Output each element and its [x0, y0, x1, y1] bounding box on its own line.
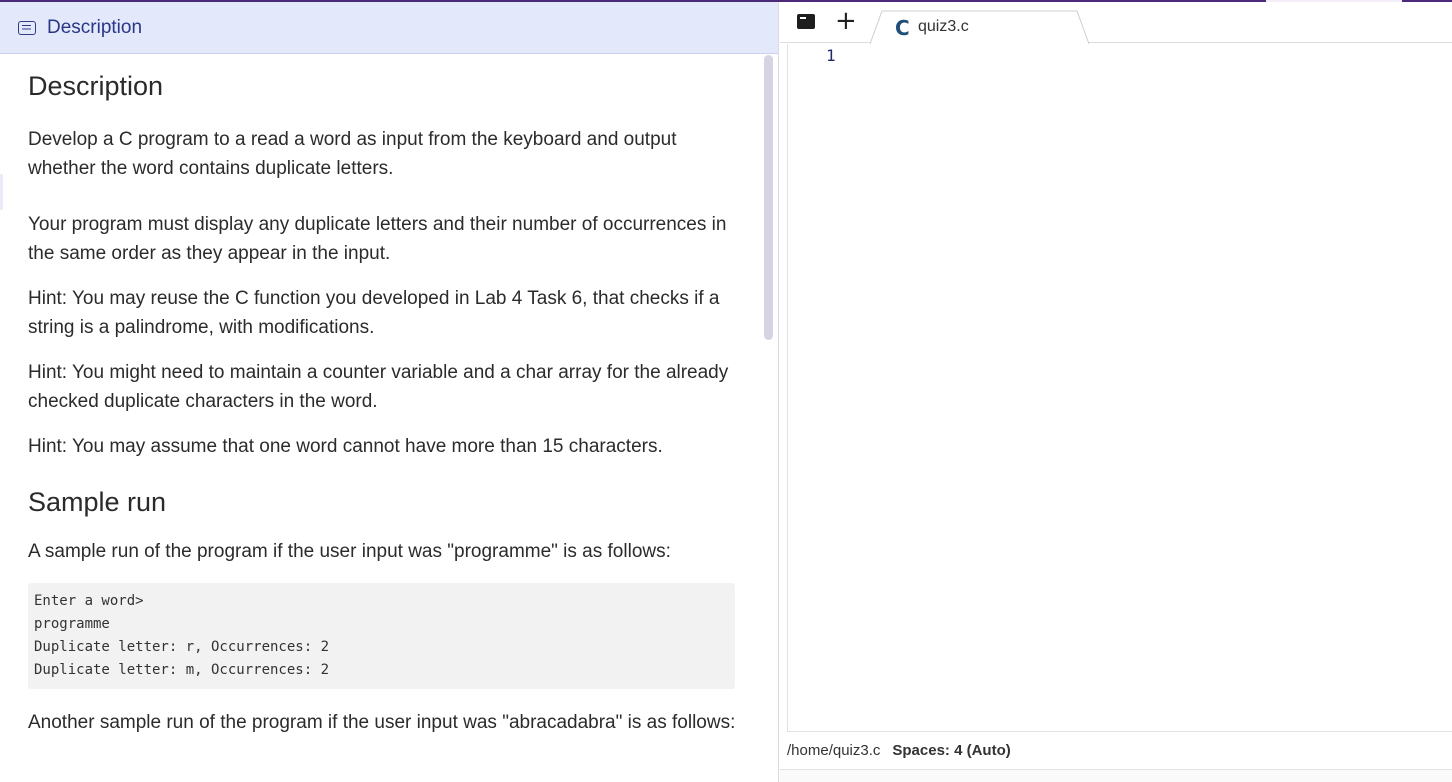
another-sample-intro: Another sample run of the program if the…: [28, 712, 736, 733]
editor-tab-bar: + C quiz3.c: [780, 2, 1452, 44]
sample-code-block: Enter a word> programme Duplicate letter…: [28, 583, 735, 689]
line-number: 1: [826, 46, 836, 65]
terminal-icon[interactable]: [797, 14, 815, 29]
description-header[interactable]: Description: [0, 2, 778, 54]
status-indentation[interactable]: Spaces: 4 (Auto): [892, 742, 1010, 759]
description-panel: Description Description Develop a C prog…: [0, 2, 779, 782]
description-paragraph: Develop a C program to a read a word as …: [28, 129, 677, 179]
status-bar: /home/quiz3.c Spaces: 4 (Auto): [787, 738, 1452, 762]
code-line: programme: [34, 616, 110, 632]
description-header-title: Description: [47, 16, 143, 38]
code-editor[interactable]: 1: [787, 44, 1452, 732]
hint-paragraph: Hint: You may reuse the C function you d…: [28, 288, 720, 338]
description-icon: [18, 20, 36, 35]
description-heading: Description: [28, 71, 164, 101]
sample-run-heading: Sample run: [28, 486, 167, 517]
tab-quiz3-c[interactable]: C quiz3.c: [870, 10, 1098, 44]
new-file-button[interactable]: +: [835, 6, 857, 36]
editor-panel: + C quiz3.c 1 /home/quiz3.c Spaces: 4 (A…: [780, 2, 1452, 782]
description-paragraph: Your program must display any duplicate …: [28, 214, 727, 264]
status-file-path: /home/quiz3.c: [787, 741, 881, 759]
code-line: Enter a word>: [34, 593, 144, 609]
code-line: Duplicate letter: r, Occurrences: 2: [34, 639, 330, 655]
hint-paragraph: Hint: You might need to maintain a count…: [28, 362, 729, 412]
hint-paragraph: Hint: You may assume that one word canno…: [28, 436, 663, 457]
tab-label: quiz3.c: [918, 18, 969, 35]
description-scrollbar[interactable]: [764, 55, 773, 340]
bottom-panel-edge: [780, 769, 1452, 782]
panel-edge-marker: [0, 174, 3, 210]
code-line: Duplicate letter: m, Occurrences: 2: [34, 662, 330, 678]
description-content: Description Develop a C program to a rea…: [28, 68, 738, 755]
c-language-icon: C: [895, 16, 910, 40]
sample-intro: A sample run of the program if the user …: [28, 540, 671, 562]
